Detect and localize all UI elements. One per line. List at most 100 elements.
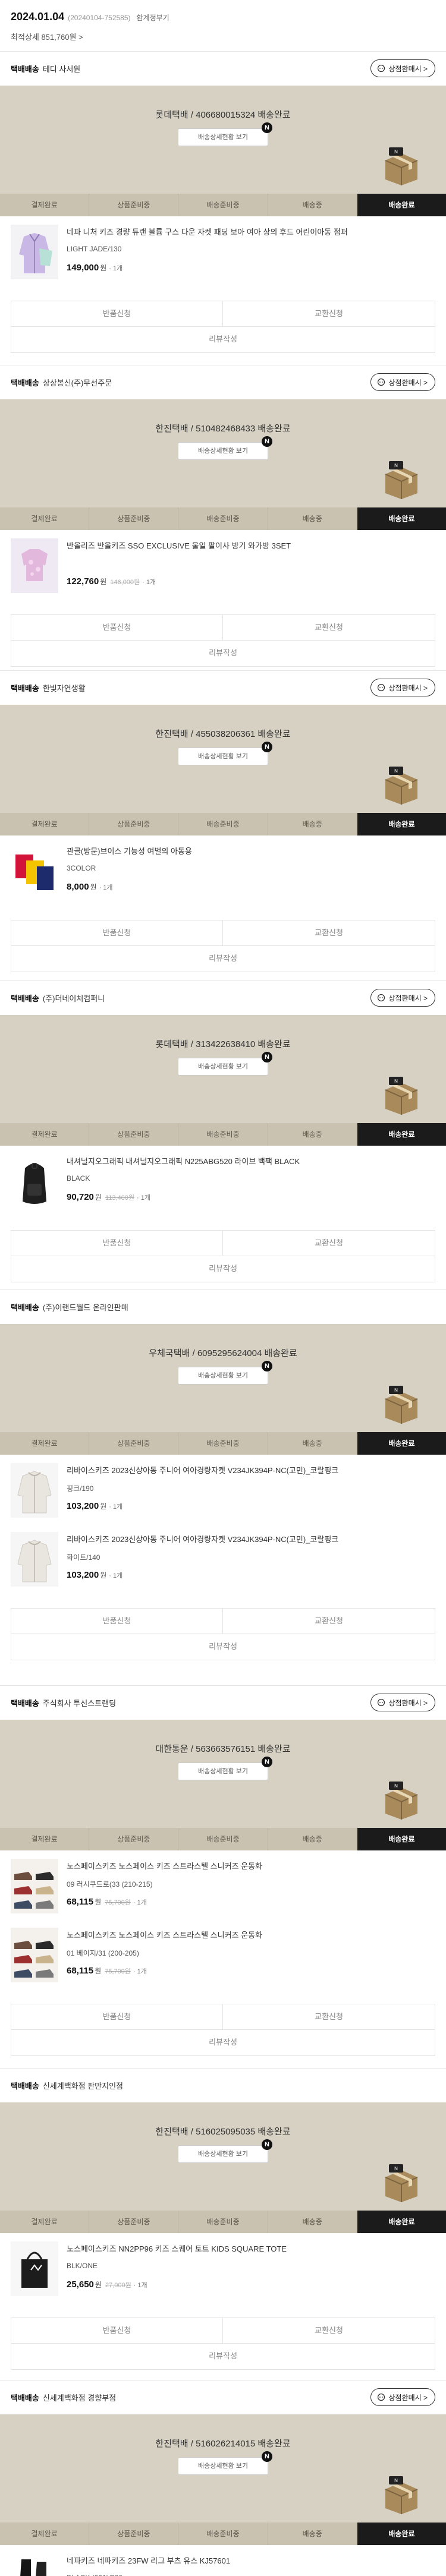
shipping-progress-steps: 결제완료 상품준비중 배송준비중 배송중 배송완료 xyxy=(0,2523,446,2545)
product-thumbnail[interactable] xyxy=(11,538,58,593)
store-inquiry-button[interactable]: 상점환매시 > xyxy=(370,59,435,77)
product-thumbnail[interactable] xyxy=(11,1928,58,1982)
shipping-status-box: 우체국택배 / 6095295624004 배송완료 배송상세현황 보기 N N 결제완… xyxy=(0,1324,446,1455)
write-review-button[interactable]: 리뷰작성 xyxy=(11,946,435,972)
write-review-button[interactable]: 리뷰작성 xyxy=(11,1256,435,1282)
exchange-request-button[interactable]: 교환신청 xyxy=(223,920,435,946)
quantity: · 1개 xyxy=(133,1968,147,1975)
product-item[interactable]: 관골(방문)브이스 기능성 여벌의 아동용 3COLOR 8,000 원 · 1개 xyxy=(11,844,435,910)
new-badge: N xyxy=(262,742,272,752)
product-name[interactable]: 관골(방문)브이스 기능성 여벌의 아동용 xyxy=(67,846,429,857)
return-request-button[interactable]: 반품신청 xyxy=(11,920,223,946)
chat-icon xyxy=(378,1698,385,1707)
courier-number: 대한통운 / 563663576151 xyxy=(155,1744,256,1754)
product-option: 09 러시쿠드로(33 (210-215) xyxy=(67,1880,153,1888)
order-actions: 반품신청 교환신청 리뷰작성 xyxy=(11,1230,435,1286)
product-name[interactable]: 리바이스키즈 2023신상아동 주니어 여아경량자켓 V234JK394P-NC… xyxy=(67,1534,429,1545)
product-item[interactable]: 리바이스키즈 2023신상아동 주니어 여아경량자켓 V234JK394P-NC… xyxy=(11,1463,435,1530)
order-total[interactable]: 최적상세 851,760원 > xyxy=(11,31,83,42)
product-item[interactable]: 네파키즈 네파키즈 23FW 리그 부츠 유스 KJ57601 BLACK (00… xyxy=(11,2553,435,2576)
product-price: 103,200 원 · 1개 xyxy=(67,1501,123,1511)
shipping-status: 배송완료 xyxy=(255,2439,291,2449)
product-thumbnail[interactable] xyxy=(11,844,58,898)
tracking-detail-button[interactable]: 배송상세현황 보기 xyxy=(178,1058,268,1076)
seller-info: 택배배송 (주)이랜드월드 온라인판매 xyxy=(11,1301,128,1313)
product-thumbnail[interactable] xyxy=(11,2553,58,2576)
product-name[interactable]: 반올리즈 반올키즈 SSO EXCLUSIVE 울일 팔이사 방기 와가방 3S… xyxy=(67,541,429,551)
delivery-box-icon: N xyxy=(385,1782,418,1820)
store-inquiry-button[interactable]: 상점환매시 > xyxy=(370,989,435,1007)
tracking-detail-button[interactable]: 배송상세현황 보기 xyxy=(178,2145,268,2163)
progress-step: 배송완료 xyxy=(357,1432,446,1455)
courier-number: 롯데택배 / 313422638410 xyxy=(155,1039,256,1049)
product-thumbnail[interactable] xyxy=(11,1859,58,1913)
product-price: 122,760 원 146,000원 · 1개 xyxy=(67,576,156,587)
write-review-button[interactable]: 리뷰작성 xyxy=(11,2344,435,2370)
product-price: 68,115 원 75,700원 · 1개 xyxy=(67,1897,147,1907)
write-review-button[interactable]: 리뷰작성 xyxy=(11,2030,435,2056)
tracking-detail-button[interactable]: 배송상세현황 보기 xyxy=(178,1367,268,1385)
progress-step: 배송준비중 xyxy=(178,194,268,216)
new-badge: N xyxy=(262,1757,272,1767)
store-inquiry-button[interactable]: 상점환매시 > xyxy=(370,679,435,696)
product-name[interactable]: 노스페이스키즈 NN2PP96 키즈 스퀘어 토트 KIDS SQUARE TO… xyxy=(67,2244,429,2255)
price-value: 149,000 xyxy=(67,263,99,273)
write-review-button[interactable]: 리뷰작성 xyxy=(11,327,435,353)
shipping-status: 배송완료 xyxy=(255,1039,291,1049)
product-item[interactable]: 내셔널지오그래픽 내셔널지오그래픽 N225ABG520 라이브 백팩 BLAC… xyxy=(11,1154,435,1221)
shipping-progress-steps: 결제완료 상품준비중 배송준비중 배송중 배송완료 xyxy=(0,1123,446,1146)
exchange-request-button[interactable]: 교환신청 xyxy=(223,614,435,641)
product-item[interactable]: 반올리즈 반올키즈 SSO EXCLUSIVE 울일 팔이사 방기 와가방 3S… xyxy=(11,538,435,605)
product-thumbnail[interactable] xyxy=(11,1532,58,1587)
write-review-button[interactable]: 리뷰작성 xyxy=(11,1634,435,1660)
tracking-detail-button[interactable]: 배송상세현황 보기 xyxy=(178,442,268,460)
product-name[interactable]: 네파키즈 네파키즈 23FW 리그 부츠 유스 KJ57601 xyxy=(67,2556,429,2566)
product-name[interactable]: 노스페이스키즈 노스페이스 키즈 스트라스텔 스니커즈 운동화 xyxy=(67,1861,429,1872)
exchange-request-button[interactable]: 교환신청 xyxy=(223,301,435,327)
return-request-button[interactable]: 반품신청 xyxy=(11,1230,223,1256)
product-item[interactable]: 리바이스키즈 2023신상아동 주니어 여아경량자켓 V234JK394P-NC… xyxy=(11,1532,435,1598)
store-inquiry-button[interactable]: 상점환매시 > xyxy=(370,373,435,391)
product-thumbnail[interactable] xyxy=(11,1154,58,1209)
product-name[interactable]: 내셔널지오그래픽 내셔널지오그래픽 N225ABG520 라이브 백팩 BLAC… xyxy=(67,1156,429,1167)
product-price: 149,000 원 · 1개 xyxy=(67,263,123,273)
delivery-box-icon: N xyxy=(385,2164,418,2202)
product-name[interactable]: 노스페이스키즈 노스페이스 키즈 스트라스텔 스니커즈 운동화 xyxy=(67,1930,429,1941)
exchange-request-button[interactable]: 교환신청 xyxy=(223,2004,435,2030)
product-name[interactable]: 네파 니처 키즈 경량 듀랜 볼륨 구스 다운 자켓 패딩 보아 여아 상의 후… xyxy=(67,227,429,238)
exchange-request-button[interactable]: 교환신청 xyxy=(223,1230,435,1256)
return-request-button[interactable]: 반품신청 xyxy=(11,2318,223,2344)
tracking-detail-button[interactable]: 배송상세현황 보기 xyxy=(178,1762,268,1780)
product-item[interactable]: 노스페이스키즈 노스페이스 키즈 스트라스텔 스니커즈 운동화 09 러시쿠드로(… xyxy=(11,1859,435,1925)
exchange-request-button[interactable]: 교환신청 xyxy=(223,1608,435,1634)
courier-tracking: 한진택배 / 516026214015 배송완료 xyxy=(0,2437,446,2449)
write-review-button[interactable]: 리뷰작성 xyxy=(11,641,435,667)
order-detail-link[interactable]: 환계정부기 xyxy=(137,14,169,22)
store-inquiry-button[interactable]: 상점환매시 > xyxy=(370,1694,435,1711)
product-thumbnail[interactable] xyxy=(11,225,58,279)
product-name[interactable]: 리바이스키즈 2023신상아동 주니어 여아경량자켓 V234JK394P-NC… xyxy=(67,1465,429,1476)
return-request-button[interactable]: 반품신청 xyxy=(11,301,223,327)
store-inquiry-button[interactable]: 상점환매시 > xyxy=(370,2388,435,2406)
tracking-detail-button[interactable]: 배송상세현황 보기 xyxy=(178,128,268,146)
return-request-button[interactable]: 반품신청 xyxy=(11,2004,223,2030)
tracking-detail-button[interactable]: 배송상세현황 보기 xyxy=(178,2457,268,2475)
product-item[interactable]: 노스페이스키즈 NN2PP96 키즈 스퀘어 토트 KIDS SQUARE TO… xyxy=(11,2241,435,2308)
shipping-progress-steps: 결제완료 상품준비중 배송준비중 배송중 배송완료 xyxy=(0,1828,446,1850)
package-divider xyxy=(0,980,446,981)
product-price: 103,200 원 · 1개 xyxy=(67,1570,123,1580)
return-request-button[interactable]: 반품신청 xyxy=(11,1608,223,1634)
return-request-button[interactable]: 반품신청 xyxy=(11,614,223,641)
product-thumbnail[interactable] xyxy=(11,2241,58,2296)
product-item[interactable]: 네파 니처 키즈 경량 듀랜 볼륨 구스 다운 자켓 패딩 보아 여아 상의 후… xyxy=(11,225,435,291)
delivery-type: 택배배송 xyxy=(11,65,39,74)
shipping-progress-steps: 결제완료 상품준비중 배송준비중 배송중 배송완료 xyxy=(0,2211,446,2233)
progress-step: 상품준비중 xyxy=(89,1828,179,1850)
delivery-type: 택배배송 xyxy=(11,684,39,693)
product-thumbnail[interactable] xyxy=(11,1463,58,1518)
exchange-request-button[interactable]: 교환신청 xyxy=(223,2318,435,2344)
order-actions: 반품신청 교환신청 리뷰작성 xyxy=(11,2004,435,2060)
product-item[interactable]: 노스페이스키즈 노스페이스 키즈 스트라스텔 스니커즈 운동화 01 베이지/31… xyxy=(11,1928,435,1994)
order-header: 2024.01.04 (20240104-752585) 환계정부기 최적상세 85… xyxy=(0,0,446,51)
tracking-detail-button[interactable]: 배송상세현황 보기 xyxy=(178,748,268,765)
